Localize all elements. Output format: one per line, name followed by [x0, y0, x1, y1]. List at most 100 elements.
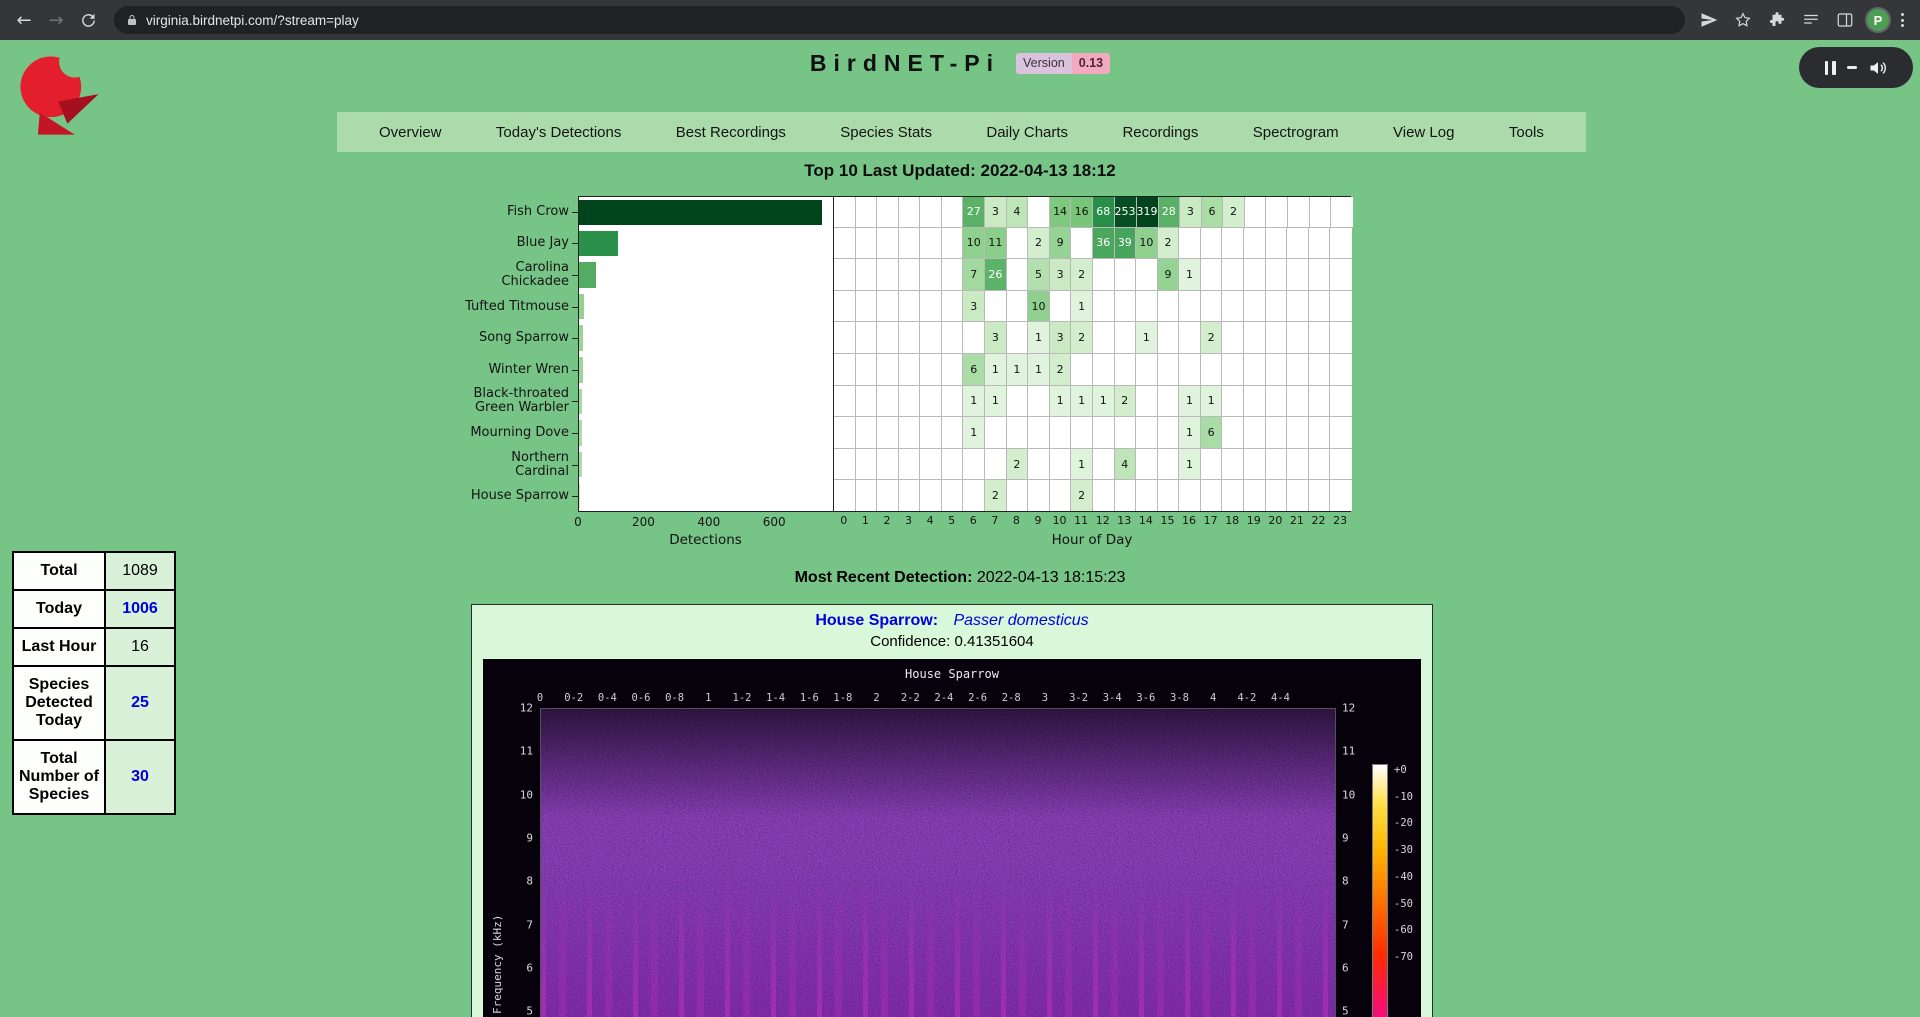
heatmap-cell [877, 228, 899, 260]
spec-time-tick: 3-2 [1069, 692, 1088, 704]
heatmap-cell: 2 [1158, 228, 1180, 260]
reading-list-icon[interactable] [1797, 6, 1825, 34]
heatmap-cell [1287, 417, 1309, 449]
bookmark-star-icon[interactable] [1729, 6, 1757, 34]
reload-button[interactable] [72, 4, 104, 36]
heatmap-cell [899, 291, 921, 323]
heatmap-cell [1115, 322, 1137, 354]
heatmap-cell [1158, 354, 1180, 386]
hour-axis-tick: 9 [1027, 514, 1049, 532]
heatmap-cell [1179, 291, 1201, 323]
stats-value[interactable]: 1006 [105, 590, 175, 628]
bar-cell [578, 354, 833, 386]
heatmap-cell [1330, 228, 1352, 260]
heatmap-cell: 39 [1115, 228, 1137, 260]
heatmap-cell [1222, 291, 1244, 323]
nav-item-today-s-detections[interactable]: Today's Detections [496, 124, 621, 141]
heatmap-cell: 1 [985, 386, 1007, 418]
detection-common-name[interactable]: House Sparrow: [815, 612, 938, 629]
heatmap-cell [877, 354, 899, 386]
hour-axis-tick: 22 [1308, 514, 1330, 532]
heatmap-cell: 3 [963, 291, 985, 323]
side-panel-icon[interactable] [1831, 6, 1859, 34]
forward-button[interactable]: → [40, 4, 72, 36]
chart-row: House Sparrow22 [320, 480, 1351, 512]
heatmap-cell [1093, 259, 1115, 291]
stats-label: Last Hour [13, 628, 105, 666]
spec-freq-tick-left: 5 [497, 1005, 533, 1017]
heatmap-cell [877, 291, 899, 323]
stats-value[interactable]: 30 [105, 740, 175, 814]
nav-item-daily-charts[interactable]: Daily Charts [986, 124, 1068, 141]
heatmap-cell: 16 [1071, 197, 1093, 228]
pause-button[interactable] [1825, 61, 1836, 75]
spec-colorbar-tick: -20 [1394, 817, 1413, 829]
hour-axis-tick: 23 [1329, 514, 1351, 532]
address-bar[interactable]: virginia.birdnetpi.com/?stream=play [114, 6, 1685, 34]
heatmap-cell [1244, 480, 1266, 511]
heatmap-cell [1201, 228, 1223, 260]
back-button[interactable]: ← [8, 4, 40, 36]
nav-item-spectrogram[interactable]: Spectrogram [1253, 124, 1339, 141]
heatmap-cell [834, 449, 856, 481]
seek-bar[interactable] [1847, 66, 1857, 69]
stats-value[interactable]: 25 [105, 666, 175, 740]
heatmap-cell: 1 [1028, 322, 1050, 354]
nav-item-recordings[interactable]: Recordings [1122, 124, 1198, 141]
heatmap-cell [1330, 480, 1352, 511]
detections-bar [579, 325, 583, 351]
heatmap-cell: 2 [1007, 449, 1029, 481]
hour-axis-tick: 13 [1114, 514, 1136, 532]
heatmap-cell [1136, 480, 1158, 511]
chart-axis-ticks: 0200400600012345678910111213141516171819… [320, 514, 1351, 532]
nav-item-view-log[interactable]: View Log [1393, 124, 1454, 141]
detection-confidence: Confidence: 0.41351604 [472, 633, 1432, 650]
hour-axis-tick: 6 [962, 514, 984, 532]
heatmap-cell [1309, 417, 1331, 449]
detection-scientific-name[interactable]: Passer domesticus [953, 612, 1088, 629]
nav-item-overview[interactable]: Overview [379, 124, 442, 141]
heatmap-cell [877, 480, 899, 511]
heatmap-cell [1222, 449, 1244, 481]
nav-item-species-stats[interactable]: Species Stats [840, 124, 932, 141]
send-icon[interactable] [1695, 6, 1723, 34]
heatmap-cell [1309, 354, 1331, 386]
heatmap-cell [1007, 386, 1029, 418]
heatmap-cell [1028, 386, 1050, 418]
spectrogram-colorbar [1372, 764, 1388, 1017]
volume-button[interactable] [1868, 58, 1888, 78]
heatmap-cell [1158, 386, 1180, 418]
nav-item-best-recordings[interactable]: Best Recordings [676, 124, 786, 141]
heatmap-cell [963, 322, 985, 354]
heatmap-cell [963, 449, 985, 481]
bar-axis-tick: 600 [763, 515, 786, 529]
heatmap-cell [1201, 449, 1223, 481]
heatmap-cell [1093, 322, 1115, 354]
chart-row: Song Sparrow313212 [320, 322, 1351, 354]
heatmap-cell [1309, 449, 1331, 481]
spec-freq-tick-left: 10 [497, 788, 533, 801]
heatmap-cell [1287, 480, 1309, 511]
heatmap-cell [1266, 322, 1288, 354]
spec-time-tick: 1 [705, 692, 711, 704]
spec-freq-tick-right: 9 [1342, 831, 1378, 844]
heatmap-cell [942, 197, 964, 228]
heatmap-cell [1309, 386, 1331, 418]
bar-axis-label: Detections [578, 532, 833, 552]
nav-item-tools[interactable]: Tools [1509, 124, 1544, 141]
heatmap-cell [877, 386, 899, 418]
heatmap-cell [1266, 417, 1288, 449]
menu-dots-icon[interactable] [1897, 9, 1908, 31]
heatmap-cell [899, 322, 921, 354]
species-label: House Sparrow [320, 480, 578, 512]
spec-colorbar-tick: -70 [1394, 951, 1413, 963]
bar-axis-tick: 400 [697, 515, 720, 529]
audio-player [1799, 47, 1913, 88]
heatmap-cell: 253 [1115, 197, 1137, 228]
hour-axis-tick: 2 [876, 514, 898, 532]
hour-axis-tick: 8 [1006, 514, 1028, 532]
profile-avatar[interactable]: P [1865, 7, 1891, 33]
heatmap-cell: 3 [1050, 259, 1072, 291]
extensions-puzzle-icon[interactable] [1763, 6, 1791, 34]
heatmap-cell: 7 [963, 259, 985, 291]
